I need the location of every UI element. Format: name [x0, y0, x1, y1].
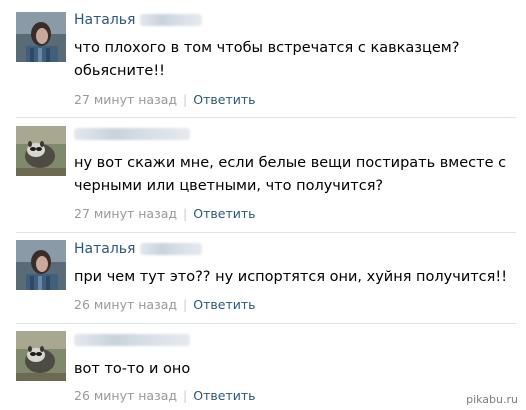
avatar[interactable] — [16, 126, 66, 176]
avatar[interactable] — [16, 240, 66, 290]
watermark: pikabu.ru — [466, 393, 518, 406]
meta-separator: | — [183, 297, 188, 312]
blurred-name — [74, 128, 190, 140]
reply-link[interactable]: Ответить — [193, 92, 255, 107]
comment-meta: 26 минут назад | Ответить — [74, 297, 256, 312]
comment-divider — [16, 323, 516, 324]
comment-meta: 27 минут назад | Ответить — [74, 92, 256, 107]
reply-link[interactable]: Ответить — [193, 206, 255, 221]
comment-time[interactable]: 27 минут назад — [74, 206, 177, 221]
meta-separator: | — [183, 92, 188, 107]
avatar[interactable] — [16, 12, 66, 62]
comment-text: ну вот скажи мне, если белые вещи постир… — [74, 155, 507, 194]
blurred-surname — [139, 243, 202, 255]
comment-meta: 26 минут назад | Ответить — [74, 388, 256, 403]
meta-separator: | — [183, 206, 188, 221]
comment-time[interactable]: 26 минут назад — [74, 388, 177, 403]
reply-link[interactable]: Ответить — [193, 297, 255, 312]
comment-author[interactable] — [74, 126, 190, 142]
blurred-surname — [139, 14, 202, 26]
comment-author[interactable]: Наталья — [74, 241, 202, 257]
avatar-raccoon-icon — [16, 126, 66, 176]
blurred-name — [74, 334, 190, 346]
comment-author[interactable]: Наталья — [74, 12, 202, 28]
meta-separator: | — [183, 388, 188, 403]
comment-time[interactable]: 27 минут назад — [74, 92, 177, 107]
comment-author[interactable] — [74, 332, 190, 348]
avatar-raccoon-icon — [16, 331, 66, 381]
comment-text: что плохого в том чтобы встречатся с кав… — [74, 40, 460, 79]
author-name[interactable]: Наталья — [74, 12, 135, 28]
avatar-photo-icon — [16, 240, 66, 290]
comment-divider — [16, 117, 516, 118]
reply-link[interactable]: Ответить — [193, 388, 255, 403]
comment-divider — [16, 232, 516, 233]
comment-text: при чем тут это?? ну испортятся они, хуй… — [74, 269, 508, 285]
comment-time[interactable]: 26 минут назад — [74, 297, 177, 312]
avatar-photo-icon — [16, 12, 66, 62]
comment-text: вот то-то и оно — [74, 361, 191, 377]
author-name[interactable]: Наталья — [74, 241, 135, 257]
avatar[interactable] — [16, 331, 66, 381]
comment-meta: 27 минут назад | Ответить — [74, 206, 256, 221]
